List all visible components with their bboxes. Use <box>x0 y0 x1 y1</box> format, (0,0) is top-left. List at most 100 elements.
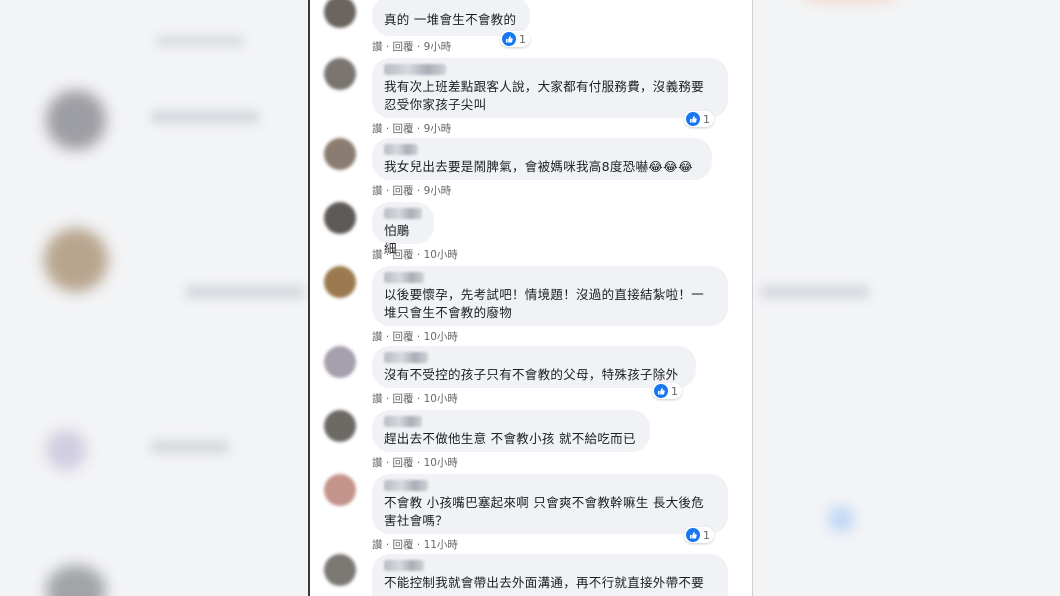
separator: · <box>385 41 390 53</box>
blurred-text <box>185 285 305 299</box>
comment-bubble: 怕鵰細 <box>372 202 434 256</box>
comment-text: 真的 一堆會生不會教的 <box>384 12 517 27</box>
reaction-count[interactable]: 1 <box>684 527 714 543</box>
like-link[interactable]: 讚 <box>372 185 383 197</box>
reaction-count[interactable]: 1 <box>652 383 682 399</box>
blurred-text <box>155 36 245 46</box>
avatar <box>324 554 356 586</box>
comment-actions: 讚 · 回覆 · 10小時 <box>372 247 458 262</box>
blurred-like-icon <box>828 506 854 532</box>
blurred-text <box>150 110 260 124</box>
author-name-redacted[interactable] <box>384 352 428 363</box>
reaction-number: 1 <box>703 112 710 126</box>
blurred-text <box>150 440 230 454</box>
comment-bubble: 趕出去不做他生意 不會教小孩 就不給吃而已 <box>372 410 650 452</box>
separator: · <box>416 123 421 135</box>
timestamp[interactable]: 10小時 <box>424 331 458 343</box>
author-name-redacted[interactable] <box>384 480 428 491</box>
reply-link[interactable]: 回覆 <box>393 393 414 405</box>
reaction-count[interactable]: 1 <box>500 31 530 47</box>
reply-link[interactable]: 回覆 <box>393 249 414 261</box>
comment-thread-panel: 真的 一堆會生不會教的 1 讚 · 回覆 · 9小時 我有次上班差點跟客人說，大… <box>308 0 753 596</box>
comment-bubble: 沒有不受控的孩子只有不會教的父母，特殊孩子除外 <box>372 346 696 388</box>
timestamp[interactable]: 9小時 <box>424 41 452 53</box>
comment-bubble: 以後要懷孕，先考試吧！情境題！沒過的直接結紮啦！一堆只會生不會教的廢物 <box>372 266 728 326</box>
timestamp[interactable]: 9小時 <box>424 123 452 135</box>
reply-link[interactable]: 回覆 <box>393 539 414 551</box>
reaction-count[interactable]: 1 <box>684 111 714 127</box>
comment-text: 以後要懷孕，先考試吧！情境題！沒過的直接結紮啦！一堆只會生不會教的廢物 <box>384 287 705 320</box>
avatar <box>324 202 356 234</box>
like-link[interactable]: 讚 <box>372 123 383 135</box>
separator: · <box>385 539 390 551</box>
reaction-number: 1 <box>703 528 710 542</box>
separator: · <box>385 393 390 405</box>
author-name-redacted[interactable] <box>384 560 424 571</box>
blurred-avatar <box>44 228 108 292</box>
comment-actions: 讚 · 回覆 · 10小時 <box>372 455 458 470</box>
author-name-redacted[interactable] <box>384 416 422 427</box>
avatar <box>324 138 356 170</box>
blurred-text <box>760 285 870 299</box>
separator: · <box>385 457 390 469</box>
reply-link[interactable]: 回覆 <box>393 123 414 135</box>
separator: · <box>416 457 421 469</box>
separator: · <box>385 185 390 197</box>
like-link[interactable]: 讚 <box>372 457 383 469</box>
like-icon <box>686 112 700 126</box>
reply-link[interactable]: 回覆 <box>393 457 414 469</box>
author-name-redacted[interactable] <box>384 64 446 75</box>
blurred-avatar <box>46 565 106 596</box>
timestamp[interactable]: 10小時 <box>424 393 458 405</box>
separator: · <box>416 393 421 405</box>
timestamp[interactable]: 9小時 <box>424 185 452 197</box>
comment-actions: 讚 · 回覆 · 9小時 <box>372 39 451 54</box>
avatar <box>324 410 356 442</box>
comment-text: 我女兒出去要是鬧脾氣，會被媽咪我高8度恐嚇😂😂😂 <box>384 159 693 174</box>
reply-link[interactable]: 回覆 <box>393 41 414 53</box>
comment-bubble: 我女兒出去要是鬧脾氣，會被媽咪我高8度恐嚇😂😂😂 <box>372 138 712 180</box>
avatar <box>324 346 356 378</box>
like-link[interactable]: 讚 <box>372 539 383 551</box>
reaction-number: 1 <box>519 32 526 46</box>
blurred-avatar <box>46 430 86 470</box>
separator: · <box>416 249 421 261</box>
comment-text: 不能控制我就會帶出去外面溝通，再不行就直接外帶不要 <box>384 575 705 590</box>
separator: · <box>385 249 390 261</box>
separator: · <box>385 331 390 343</box>
like-link[interactable]: 讚 <box>372 41 383 53</box>
timestamp[interactable]: 10小時 <box>424 457 458 469</box>
comment-actions: 讚 · 回覆 · 9小時 <box>372 121 451 136</box>
blurred-avatar <box>46 90 106 150</box>
like-icon <box>654 384 668 398</box>
comment-actions: 讚 · 回覆 · 10小時 <box>372 391 458 406</box>
comment-text: 趕出去不做他生意 不會教小孩 就不給吃而已 <box>384 431 636 446</box>
timestamp[interactable]: 10小時 <box>424 249 458 261</box>
reply-link[interactable]: 回覆 <box>393 331 414 343</box>
reply-link[interactable]: 回覆 <box>393 185 414 197</box>
separator: · <box>416 41 421 53</box>
author-name-redacted[interactable] <box>384 208 422 219</box>
like-link[interactable]: 讚 <box>372 249 383 261</box>
comment-bubble: 我有次上班差點跟客人說，大家都有付服務費，沒義務要忍受你家孩子尖叫 <box>372 58 728 118</box>
avatar <box>324 0 356 28</box>
separator: · <box>416 331 421 343</box>
comment-bubble: 不會教 小孩嘴巴塞起來啊 只會爽不會教幹嘛生 長大後危害社會嗎？ <box>372 474 728 534</box>
avatar <box>324 266 356 298</box>
like-link[interactable]: 讚 <box>372 393 383 405</box>
comment-text: 我有次上班差點跟客人說，大家都有付服務費，沒義務要忍受你家孩子尖叫 <box>384 79 705 112</box>
separator: · <box>416 539 421 551</box>
separator: · <box>385 123 390 135</box>
blurred-emoji-row <box>800 0 900 2</box>
comment-text: 不會教 小孩嘴巴塞起來啊 只會爽不會教幹嘛生 長大後危害社會嗎？ <box>384 495 705 528</box>
avatar <box>324 58 356 90</box>
comment-actions: 讚 · 回覆 · 9小時 <box>372 183 451 198</box>
comment-actions: 讚 · 回覆 · 11小時 <box>372 537 458 552</box>
author-name-redacted[interactable] <box>384 272 424 283</box>
like-icon <box>686 528 700 542</box>
timestamp[interactable]: 11小時 <box>424 539 458 551</box>
author-name-redacted[interactable] <box>384 144 418 155</box>
separator: · <box>416 185 421 197</box>
like-link[interactable]: 讚 <box>372 331 383 343</box>
reaction-number: 1 <box>671 384 678 398</box>
